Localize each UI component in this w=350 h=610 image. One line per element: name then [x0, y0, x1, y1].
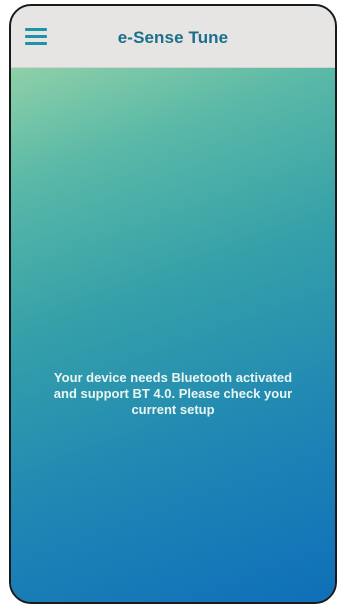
app-header: e-Sense Tune [11, 6, 335, 68]
main-content: Your device needs Bluetooth activated an… [11, 68, 335, 602]
phone-frame: e-Sense Tune Your device needs Bluetooth… [9, 4, 337, 604]
bluetooth-status-message: Your device needs Bluetooth activated an… [53, 370, 293, 417]
app-title: e-Sense Tune [117, 28, 229, 47]
